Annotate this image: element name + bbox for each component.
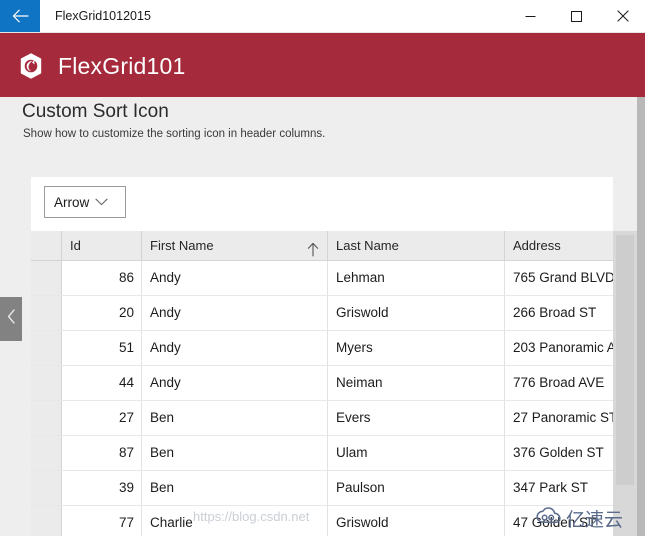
sort-icon-select-value: Arrow (54, 194, 90, 210)
cell-first-name[interactable]: Andy (142, 296, 328, 330)
grid-header-row: Id First Name Last Name Address (31, 231, 613, 261)
page-subtitle: Show how to customize the sorting icon i… (23, 128, 326, 140)
cell-address[interactable]: 765 Grand BLVD (505, 261, 613, 295)
minimize-button[interactable] (508, 0, 553, 32)
cell-id[interactable]: 27 (62, 401, 142, 435)
table-row[interactable]: 87 Ben Ulam 376 Golden ST (31, 436, 613, 471)
grid-header-first-name-label: First Name (150, 238, 214, 253)
window-titlebar: FlexGrid1012015 (0, 0, 645, 33)
grid-header-first-name[interactable]: First Name (142, 231, 328, 260)
cell-address[interactable]: 203 Panoramic AVE (505, 331, 613, 365)
grid-header-last-name[interactable]: Last Name (328, 231, 505, 260)
chevron-left-icon (7, 309, 16, 329)
app-window: FlexGrid1012015 FlexGrid101 Custom Sort … (0, 0, 645, 536)
page-title: Custom Sort Icon (22, 101, 169, 122)
table-row[interactable]: 44 Andy Neiman 776 Broad AVE (31, 366, 613, 401)
close-button[interactable] (600, 0, 645, 32)
grid-header-id-label: Id (70, 238, 81, 253)
grid-header-rowselector (31, 231, 62, 260)
chevron-down-icon (95, 198, 108, 206)
brand-title: FlexGrid101 (58, 53, 186, 79)
toolbar-card: Arrow (31, 177, 613, 231)
flexgrid-hexagon-logo-icon (17, 52, 45, 80)
cell-address[interactable]: 376 Golden ST (505, 436, 613, 470)
cell-first-name[interactable]: Andy (142, 331, 328, 365)
sort-icon-select[interactable]: Arrow (44, 186, 126, 218)
window-title: FlexGrid1012015 (55, 9, 151, 23)
cell-first-name[interactable]: Ben (142, 436, 328, 470)
data-grid[interactable]: Id First Name Last Name Address 86 Andy … (31, 231, 613, 536)
row-selector-cell[interactable] (31, 471, 62, 505)
table-row[interactable]: 51AndyMyers203 Panoramic AVE (31, 331, 613, 366)
side-panel-toggle-tab[interactable] (0, 297, 22, 341)
cell-first-name[interactable]: Ben (142, 471, 328, 505)
grid-vertical-scrollbar-thumb[interactable] (616, 235, 634, 485)
row-selector-cell[interactable] (31, 261, 62, 295)
maximize-button[interactable] (554, 0, 599, 32)
sort-ascending-arrow-icon (306, 238, 320, 257)
grid-header-last-name-label: Last Name (336, 238, 399, 253)
cell-last-name[interactable]: Myers (328, 331, 505, 365)
cell-last-name[interactable]: Griswold (328, 506, 505, 536)
row-selector-cell[interactable] (31, 401, 62, 435)
cell-last-name[interactable]: Ulam (328, 436, 505, 470)
grid-header-address-label: Address (513, 238, 561, 253)
grid-header-address[interactable]: Address (505, 231, 613, 260)
cell-last-name[interactable]: Neiman (328, 366, 505, 400)
back-button[interactable] (0, 0, 40, 32)
cell-last-name[interactable]: Evers (328, 401, 505, 435)
cell-last-name[interactable]: Paulson (328, 471, 505, 505)
window-right-edge-strip (637, 97, 645, 536)
cell-id[interactable]: 44 (62, 366, 142, 400)
minimize-icon (525, 11, 536, 22)
cell-address[interactable]: 266 Broad ST (505, 296, 613, 330)
row-selector-cell[interactable] (31, 366, 62, 400)
cell-first-name[interactable]: Andy (142, 366, 328, 400)
cell-address[interactable]: 27 Panoramic ST (505, 401, 613, 435)
grid-header-id[interactable]: Id (62, 231, 142, 260)
cell-id[interactable]: 51 (62, 331, 142, 365)
cell-id[interactable]: 86 (62, 261, 142, 295)
cell-id[interactable]: 20 (62, 296, 142, 330)
table-row[interactable]: 39 Ben Paulson 347 Park ST (31, 471, 613, 506)
row-selector-cell[interactable] (31, 436, 62, 470)
cell-address[interactable]: 347 Park ST (505, 471, 613, 505)
cell-id[interactable]: 87 (62, 436, 142, 470)
cell-last-name[interactable]: Lehman (328, 261, 505, 295)
back-arrow-icon (12, 9, 29, 23)
close-icon (616, 10, 629, 22)
cell-id[interactable]: 77 (62, 506, 142, 536)
grid-body: 86 Andy Lehman 765 Grand BLVD 20 Andy Griswold… (31, 261, 613, 536)
row-selector-cell[interactable] (31, 331, 62, 365)
cell-first-name[interactable]: Andy (142, 261, 328, 295)
table-row[interactable]: 27 Ben Evers 27 Panoramic ST (31, 401, 613, 436)
row-selector-cell[interactable] (31, 296, 62, 330)
cell-address[interactable]: 47 Golden ST (505, 506, 613, 536)
cell-last-name[interactable]: Griswold (328, 296, 505, 330)
cell-address[interactable]: 776 Broad AVE (505, 366, 613, 400)
page-body: Custom Sort Icon Show how to customize t… (0, 97, 645, 536)
maximize-icon (571, 10, 582, 22)
cell-first-name[interactable]: Charlie (142, 506, 328, 536)
table-row[interactable]: 77 Charlie Griswold 47 Golden ST (31, 506, 613, 536)
row-selector-cell[interactable] (31, 506, 62, 536)
cell-id[interactable]: 39 (62, 471, 142, 505)
brand-header: FlexGrid101 (0, 33, 645, 97)
table-row[interactable]: 86 Andy Lehman 765 Grand BLVD (31, 261, 613, 296)
table-row[interactable]: 20 Andy Griswold 266 Broad ST (31, 296, 613, 331)
cell-first-name[interactable]: Ben (142, 401, 328, 435)
